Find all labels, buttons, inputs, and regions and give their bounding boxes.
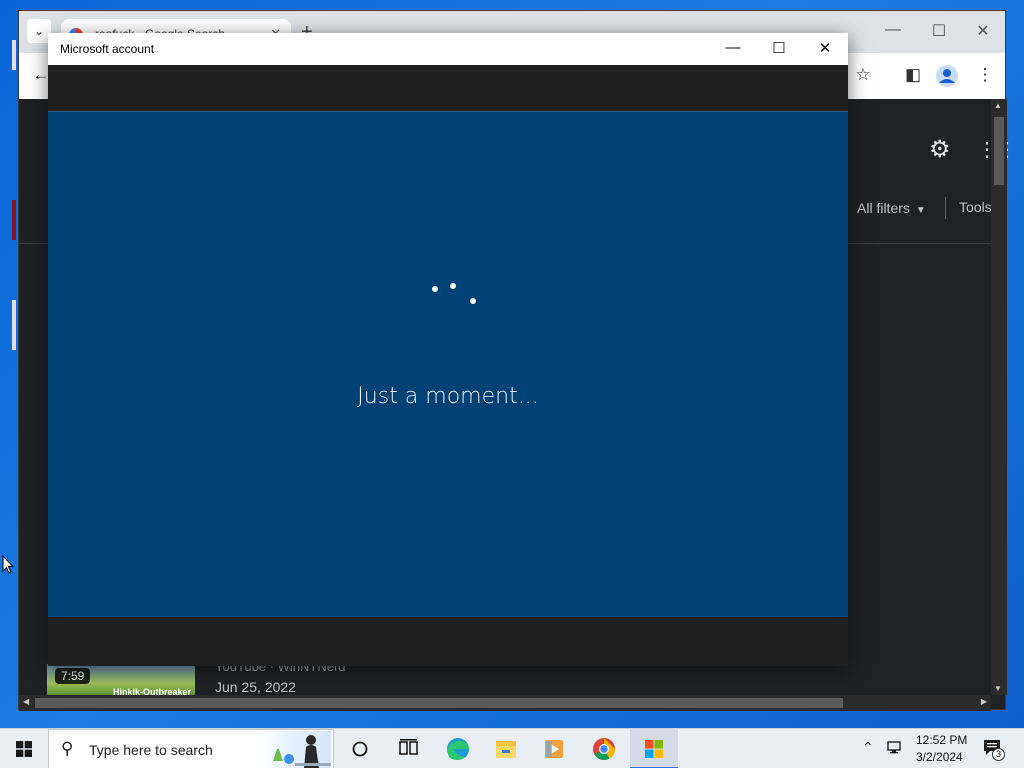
network-icon[interactable] — [886, 739, 904, 760]
media-player-icon[interactable] — [530, 729, 578, 768]
more-menu-icon[interactable]: ⋮ — [973, 65, 997, 85]
loading-dot — [432, 286, 438, 292]
dialog-header — [48, 65, 848, 111]
task-view-button[interactable] — [336, 729, 384, 768]
store-icon[interactable] — [630, 729, 678, 768]
dialog-content: Just a moment... — [48, 111, 848, 617]
loading-dot — [470, 298, 476, 304]
maximize-icon[interactable]: ☐ — [764, 39, 794, 59]
dialog-footer — [48, 617, 848, 666]
clock-time[interactable]: 12:52 PM — [916, 733, 967, 747]
scrollbar-thumb[interactable] — [35, 698, 843, 708]
scroll-up-icon[interactable]: ▲ — [994, 101, 1002, 110]
chrome-icon[interactable] — [580, 729, 628, 768]
minimize-icon[interactable]: — — [718, 39, 748, 59]
result-date: Jun 25, 2022 — [215, 679, 296, 695]
scroll-down-icon[interactable]: ▼ — [994, 684, 1002, 693]
scrollbar-thumb[interactable] — [994, 117, 1004, 185]
file-explorer-icon[interactable] — [482, 729, 530, 768]
all-filters-label: All filters — [857, 200, 910, 216]
loading-dot — [450, 283, 456, 289]
caret-down-icon: ▼ — [915, 205, 926, 216]
clock-date[interactable]: 3/2/2024 — [916, 750, 963, 764]
scroll-left-icon[interactable]: ◀ — [23, 697, 29, 706]
edge-icon[interactable] — [434, 729, 482, 768]
vertical-scrollbar[interactable]: ▲ ▼ — [991, 99, 1007, 695]
scroll-right-icon[interactable]: ▶ — [981, 697, 987, 706]
start-button[interactable] — [0, 729, 48, 768]
mouse-cursor-icon — [2, 555, 14, 574]
gear-icon[interactable]: ⚙ — [929, 135, 951, 164]
minimize-icon[interactable]: — — [881, 21, 905, 39]
taskbar: ⚲ Type here to search ⌃ 12:52 PM 3/2/202… — [0, 728, 1024, 768]
search-icon: ⚲ — [61, 739, 74, 758]
chevron-up-icon[interactable]: ⌃ — [862, 739, 874, 756]
profile-icon[interactable] — [935, 65, 959, 92]
task-view-icon[interactable] — [384, 729, 432, 768]
search-placeholder: Type here to search — [89, 742, 213, 758]
video-duration: 7:59 — [55, 668, 91, 684]
cortana-circle-icon — [352, 741, 368, 757]
desktop-icon-edge[interactable] — [12, 40, 16, 70]
close-icon[interactable]: ✕ — [971, 21, 995, 41]
desktop-icon-edge[interactable] — [12, 200, 16, 240]
search-highlight-image — [259, 731, 331, 768]
star-icon[interactable]: ☆ — [851, 65, 875, 85]
microsoft-account-dialog: Microsoft account — ☐ ✕ Just a moment... — [48, 33, 848, 666]
windows-logo-icon — [16, 741, 32, 757]
side-panel-icon[interactable]: ◧ — [901, 65, 925, 85]
maximize-icon[interactable]: ☐ — [927, 21, 951, 41]
horizontal-scrollbar[interactable]: ◀ ▶ — [19, 695, 991, 711]
desktop-icon-edge[interactable] — [12, 300, 16, 350]
close-icon[interactable]: ✕ — [810, 39, 840, 59]
status-text: Just a moment... — [357, 384, 539, 409]
dialog-title: Microsoft account — [60, 42, 155, 56]
taskbar-search-box[interactable]: ⚲ Type here to search — [48, 729, 334, 768]
notification-icon[interactable]: 3 — [982, 737, 1006, 764]
dialog-titlebar: Microsoft account — ☐ ✕ — [48, 33, 848, 65]
notification-badge: 3 — [992, 748, 1005, 761]
tools-button[interactable]: Tools — [959, 199, 992, 215]
divider — [945, 197, 946, 219]
all-filters-button[interactable]: All filters ▼ — [857, 200, 926, 216]
